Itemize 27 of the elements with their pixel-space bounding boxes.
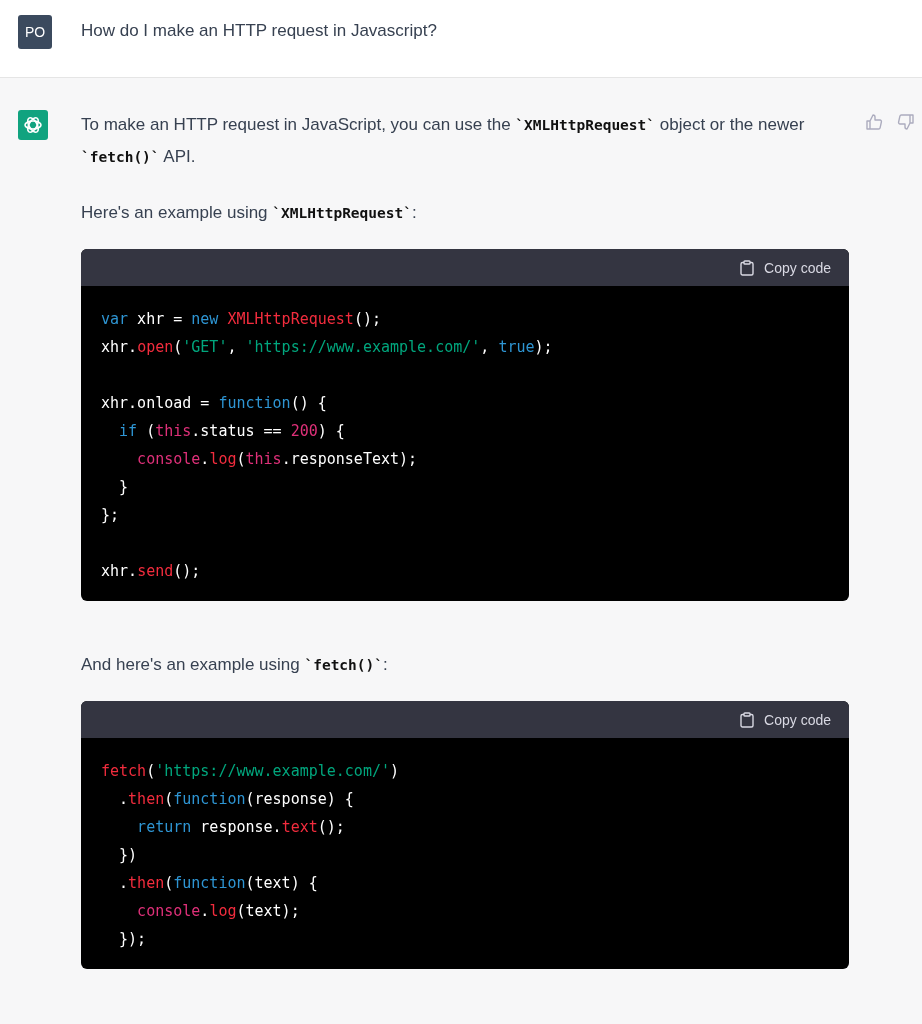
code-line: xhr.send(); (101, 561, 202, 582)
code-line: .then(function(response) { (118, 789, 355, 810)
code-line: }; (101, 505, 121, 526)
code-line: }); (118, 929, 148, 950)
response-paragraph: Here's an example using `XMLHttpRequest`: (81, 202, 418, 224)
code-line: xhr.onload = function() { (101, 393, 328, 414)
code-line: var xhr = new XMLHttpRequest(); (101, 309, 382, 330)
code-line: .then(function(text) { (118, 873, 319, 894)
copy-code-button[interactable]: Copy code (740, 707, 831, 732)
user-avatar: PO (18, 15, 52, 49)
code-line: xhr.open('GET', 'https://www.example.com/', true); (101, 337, 554, 358)
thumbs-up-icon[interactable] (865, 113, 883, 131)
clipboard-icon (740, 259, 755, 276)
code-line: fetch('https://www.example.com/') (101, 761, 401, 782)
response-paragraph: And here's an example using `fetch()`: (81, 654, 389, 676)
thumbs-down-icon[interactable] (897, 113, 915, 131)
code-line: return response.text(); (136, 817, 346, 838)
copy-code-button[interactable]: Copy code (740, 255, 831, 280)
logo-icon (18, 110, 48, 140)
code-line: console.log(text); (136, 901, 301, 922)
code-line: console.log(this.responseText); (136, 449, 419, 470)
clipboard-icon (740, 711, 755, 728)
code-line: if (this.status == 200) { (118, 421, 346, 442)
code-line: }) (118, 845, 139, 866)
response-paragraph: To make an HTTP request in JavaScript, you can use the `XMLHttpRequest` object or the newer `fetch()` API. (81, 114, 806, 168)
user-message: How do I make an HTTP request in Javascript? (81, 20, 437, 42)
code-line: } (118, 477, 130, 498)
